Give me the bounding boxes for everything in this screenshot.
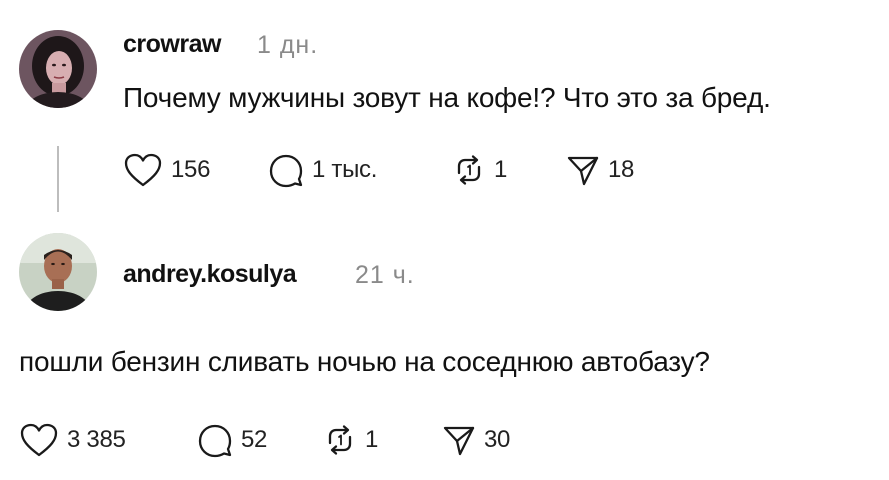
repost-icon: [328, 425, 352, 455]
share-count: 18: [608, 156, 635, 183]
repost-count: 1: [494, 156, 508, 183]
repost-button[interactable]: 1: [323, 420, 378, 460]
reply-button[interactable]: 52: [197, 420, 267, 460]
send-icon: [443, 426, 475, 456]
avatar[interactable]: [19, 233, 97, 311]
post-text: пошли бензин сливать ночью на соседнюю а…: [19, 346, 710, 377]
post-text: Почему мужчины зовут на кофе!? Что это з…: [123, 82, 771, 113]
like-button[interactable]: 156: [123, 150, 210, 190]
username[interactable]: crowraw: [123, 30, 221, 59]
post-time: 1 дн.: [257, 31, 319, 59]
share-button[interactable]: 30: [442, 420, 510, 460]
reply-count: 1 тыс.: [312, 156, 378, 183]
username[interactable]: andrey.kosulya: [123, 260, 297, 289]
send-icon: [567, 156, 599, 186]
like-count: 156: [171, 156, 211, 183]
share-count: 30: [484, 426, 511, 453]
comment-icon: [198, 424, 232, 458]
like-button[interactable]: 3 385: [19, 420, 126, 460]
avatar[interactable]: [19, 30, 97, 108]
repost-button[interactable]: 1: [452, 150, 507, 190]
repost-count: 1: [365, 426, 379, 453]
reply-count: 52: [241, 426, 268, 453]
repost-icon: [457, 155, 481, 185]
heart-icon: [20, 423, 58, 457]
post-time: 21 ч.: [355, 261, 415, 289]
like-count: 3 385: [67, 426, 126, 453]
reply-button[interactable]: 1 тыс.: [268, 150, 377, 190]
share-button[interactable]: 18: [566, 150, 634, 190]
comment-icon: [269, 154, 303, 188]
heart-icon: [124, 153, 162, 187]
thread-line: [57, 146, 59, 212]
